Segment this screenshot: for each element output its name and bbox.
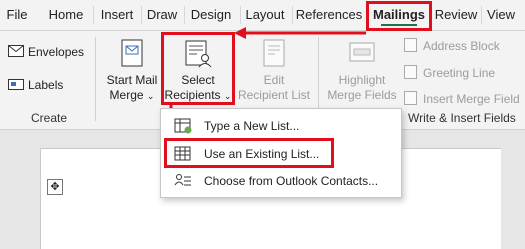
highlight-merge-fields-button[interactable]: Highlight Merge Fields [324,37,400,103]
tab-references[interactable]: References [293,0,365,30]
insert-merge-field-icon [404,91,417,105]
start-mail-merge-button[interactable]: Start Mail Merge ⌄ [101,37,163,104]
tab-file[interactable]: File [0,0,34,30]
tab-home[interactable]: Home [42,0,90,30]
create-group-label: Create [31,111,68,125]
existing-list-highlight-box [164,138,334,168]
labels-label: Labels [28,78,64,92]
menu-item-label: Type a New List... [204,119,300,133]
write-insert-group-label: Write & Insert Fields [408,111,516,125]
edit-recipient-line1: Edit [263,73,285,87]
greeting-line-icon [404,65,417,79]
edit-recipient-line2: Recipient List [237,88,311,102]
insert-merge-field-label: Insert Merge Field [423,92,520,106]
envelope-icon [8,45,24,57]
menu-item-label: Choose from Outlook Contacts... [204,174,379,188]
outlook-contacts-icon [174,174,191,186]
insert-merge-field-button[interactable]: Insert Merge Field [404,91,520,106]
tab-insert[interactable]: Insert [94,0,140,30]
envelopes-button[interactable]: Envelopes [8,45,84,59]
tab-layout[interactable]: Layout [241,0,289,30]
start-mail-merge-icon [121,39,143,67]
group-divider [95,37,96,121]
highlight-merge-line2: Merge Fields [327,88,397,102]
address-block-label: Address Block [423,39,500,53]
greeting-line-button[interactable]: Greeting Line [404,65,495,80]
tab-draw[interactable]: Draw [142,0,182,30]
start-mail-merge-line2: Merge [109,88,144,102]
tab-view[interactable]: View [484,0,518,30]
highlight-merge-line1: Highlight [338,73,386,87]
tab-design[interactable]: Design [185,0,237,30]
move-handle-icon[interactable]: ✥ [47,179,63,195]
chevron-down-icon: ⌄ [146,91,155,101]
new-list-icon [174,118,192,134]
address-block-icon [404,38,417,52]
tab-review[interactable]: Review [434,0,478,30]
address-block-button[interactable]: Address Block [404,38,500,53]
edit-recipient-list-button[interactable]: Edit Recipient List [236,37,312,103]
menu-item-type-new-list[interactable]: Type a New List... [162,113,400,139]
start-mail-merge-line1: Start Mail [106,73,158,87]
greeting-line-label: Greeting Line [423,66,496,80]
labels-button[interactable]: Labels [8,77,63,92]
select-recipients-highlight-box [161,32,235,105]
menu-item-outlook-contacts[interactable]: Choose from Outlook Contacts... [162,168,400,194]
envelopes-label: Envelopes [28,45,85,59]
labels-icon [8,79,24,90]
arrow-to-select-recipients [234,27,366,39]
mailings-highlight-box [366,1,432,31]
